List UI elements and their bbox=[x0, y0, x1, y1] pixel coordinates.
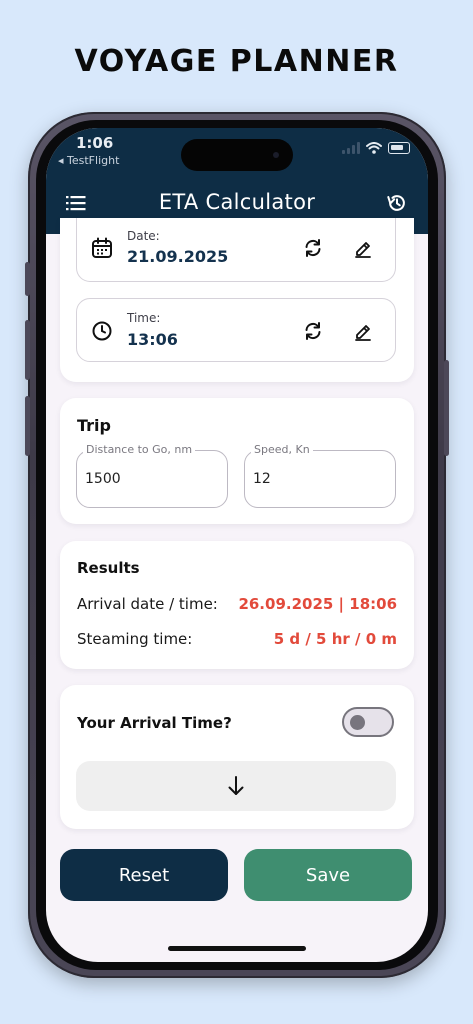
status-time: 1:06 bbox=[76, 134, 114, 152]
edit-icon[interactable] bbox=[353, 321, 373, 341]
arrival-question: Your Arrival Time? bbox=[77, 714, 232, 732]
calendar-icon bbox=[92, 237, 112, 258]
page-title: VOYAGE PLANNER bbox=[74, 44, 399, 79]
distance-value: 1500 bbox=[85, 471, 121, 487]
reset-button[interactable]: Reset bbox=[60, 849, 228, 901]
results-title: Results bbox=[77, 559, 140, 577]
results-card: Results Arrival date / time: 26.09.2025 … bbox=[60, 541, 414, 669]
arrival-label: Arrival date / time: bbox=[77, 595, 218, 613]
battery-icon bbox=[388, 142, 410, 154]
refresh-icon[interactable] bbox=[303, 238, 323, 258]
history-icon[interactable] bbox=[386, 192, 408, 214]
phone-volume-up bbox=[25, 320, 30, 380]
save-button[interactable]: Save bbox=[244, 849, 412, 901]
status-icons bbox=[342, 142, 410, 154]
distance-label: Distance to Go, nm bbox=[83, 443, 196, 456]
phone-side-button bbox=[25, 262, 30, 296]
app-screen: 1:06 ◂ TestFlight ETA Calculator Date: 2… bbox=[46, 128, 428, 962]
toggle-knob bbox=[350, 715, 365, 730]
refresh-icon[interactable] bbox=[303, 321, 323, 341]
home-indicator[interactable] bbox=[168, 946, 306, 951]
camera-dot bbox=[273, 152, 279, 158]
arrival-card: Your Arrival Time? bbox=[60, 685, 414, 829]
date-label: Date: bbox=[127, 229, 160, 243]
trip-title: Trip bbox=[77, 416, 111, 435]
time-field[interactable]: Time: 13:06 bbox=[76, 298, 396, 362]
time-label: Time: bbox=[127, 311, 161, 325]
steaming-value: 5 d / 5 hr / 0 m bbox=[273, 630, 397, 648]
phone-power-button bbox=[444, 360, 449, 456]
wifi-icon bbox=[366, 142, 382, 154]
distance-input[interactable]: Distance to Go, nm 1500 bbox=[76, 443, 228, 508]
steaming-label: Steaming time: bbox=[77, 630, 193, 648]
trip-card: Trip Distance to Go, nm 1500 Speed, Kn 1… bbox=[60, 398, 414, 524]
clock-icon bbox=[92, 321, 112, 341]
datetime-card: Date: 21.09.2025 Time: 13:06 bbox=[60, 218, 414, 382]
speed-input[interactable]: Speed, Kn 12 bbox=[244, 443, 396, 508]
phone-volume-down bbox=[25, 396, 30, 456]
app-title: ETA Calculator bbox=[158, 190, 316, 214]
time-value: 13:06 bbox=[127, 330, 178, 349]
arrival-toggle[interactable] bbox=[342, 707, 394, 737]
back-to-app-link[interactable]: ◂ TestFlight bbox=[58, 154, 119, 167]
expand-button[interactable] bbox=[76, 761, 396, 811]
signal-icon bbox=[342, 142, 360, 154]
edit-icon[interactable] bbox=[353, 238, 373, 258]
dynamic-island bbox=[181, 139, 293, 171]
date-value: 21.09.2025 bbox=[127, 247, 229, 266]
arrow-down-icon bbox=[228, 776, 244, 795]
date-field[interactable]: Date: 21.09.2025 bbox=[76, 218, 396, 282]
speed-value: 12 bbox=[253, 471, 271, 487]
arrival-value: 26.09.2025 | 18:06 bbox=[238, 595, 397, 613]
speed-label: Speed, Kn bbox=[251, 443, 313, 456]
